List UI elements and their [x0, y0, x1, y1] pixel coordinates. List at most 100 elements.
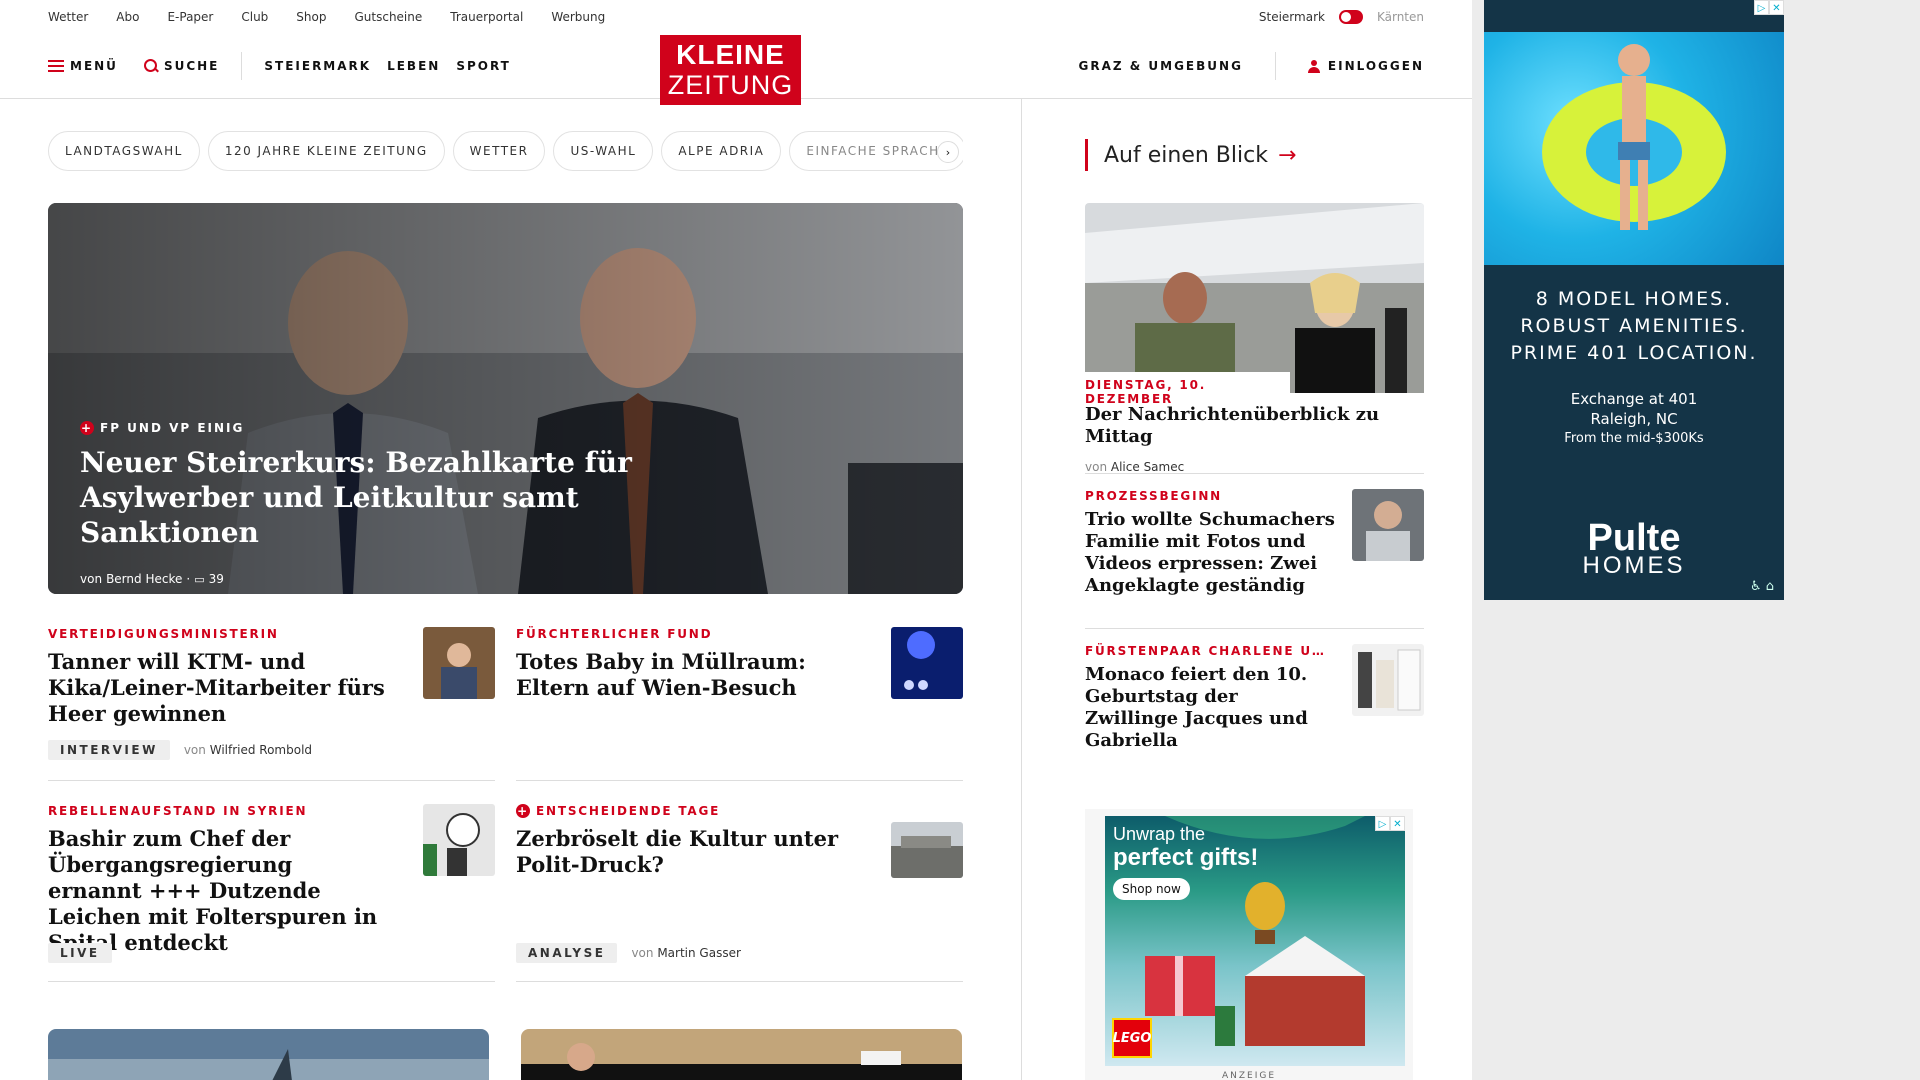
article-title[interactable]: Tanner will KTM- und Kika/Leiner-Mitarbe… [48, 649, 388, 727]
tag-wetter[interactable]: WETTER [452, 131, 546, 171]
tag-us-wahl[interactable]: US-WAHL [553, 131, 654, 171]
search-label: SUCHE [163, 59, 220, 73]
article-thumbnail[interactable] [891, 822, 963, 878]
article-card[interactable]: + ENTSCHEIDENDE TAGE Zerbröselt die Kult… [516, 804, 963, 964]
hero-meta: von Bernd Hecke · ▭ 39 [80, 572, 720, 586]
pulte-headline-line: 8 MODEL HOMES. [1535, 288, 1733, 310]
region-steiermark[interactable]: Steiermark [1259, 10, 1325, 24]
sidebar-lead[interactable]: Der Nachrichtenüberblick zu Mittag von A… [1085, 404, 1424, 474]
header-right: GRAZ & UMGEBUNG EINLOGGEN [1079, 34, 1425, 98]
sidebar-divider [1085, 473, 1424, 474]
adchoices-icon[interactable]: ▷ [1375, 816, 1390, 831]
ad-close-icon[interactable]: ✕ [1769, 0, 1784, 15]
region-kaernten[interactable]: Kärnten [1377, 10, 1424, 24]
page: Wetter Abo E-Paper Club Shop Gutscheine … [0, 0, 1472, 1080]
ad-label: ANZEIGE [1221, 1071, 1277, 1080]
chevron-right-icon: › [945, 145, 951, 159]
lego-shop-now-button[interactable]: Shop now [1113, 878, 1190, 900]
hero-title[interactable]: Neuer Steirerkurs: Bezahlkarte für Asylw… [80, 445, 720, 550]
sidebar-lead-title[interactable]: Der Nachrichtenüberblick zu Mittag [1085, 404, 1424, 448]
article-thumbnail[interactable] [423, 804, 495, 876]
sidebar-article[interactable]: PROZESSBEGINN Trio wollte Schumachers Fa… [1085, 489, 1424, 599]
article-card[interactable]: FÜRCHTERLICHER FUND Totes Baby in Müllra… [516, 627, 963, 727]
nav-sport[interactable]: SPORT [456, 59, 511, 73]
login-button[interactable]: EINLOGGEN [1307, 59, 1424, 73]
article-card[interactable]: REBELLENAUFSTAND IN SYRIEN Bashir zum Ch… [48, 804, 495, 964]
pulte-advertisement[interactable]: 8 MODEL HOMES. ROBUST AMENITIES. PRIME 4… [1484, 0, 1784, 600]
utility-link-epaper[interactable]: E-Paper [167, 10, 213, 24]
hero-article[interactable]: + FP UND VP EINIG Neuer Steirerkurs: Bez… [48, 203, 963, 594]
article-card[interactable]: VERTEIDIGUNGSMINISTERIN Tanner will KTM-… [48, 627, 495, 762]
nav-steiermark[interactable]: STEIERMARK [264, 59, 371, 73]
article-thumbnail[interactable] [423, 627, 495, 699]
kleine-zeitung-logo[interactable]: KLEINE ZEITUNG [660, 35, 801, 105]
tag-alpe-adria[interactable]: ALPE ADRIA [661, 131, 782, 171]
article-kicker-text: ENTSCHEIDENDE TAGE [536, 804, 721, 818]
utility-link-shop[interactable]: Shop [296, 10, 326, 24]
sidebar-article-thumbnail[interactable] [1352, 644, 1424, 716]
menu-button[interactable]: MENÜ [48, 59, 118, 73]
tag-120-jahre[interactable]: 120 JAHRE KLEINE ZEITUNG [207, 131, 445, 171]
comment-icon: ▭ [194, 572, 205, 586]
sidebar-article[interactable]: FÜRSTENPAAR CHARLENE U… Monaco feiert de… [1085, 644, 1424, 751]
article-title[interactable]: Zerbröselt die Kultur unter Polit-Druck? [516, 826, 856, 878]
lego-ad-line2: perfect gifts! [1113, 844, 1259, 871]
nav-leben[interactable]: LEBEN [387, 59, 440, 73]
article-author-prefix: von [183, 743, 206, 757]
hero-comment-count[interactable]: 39 [209, 572, 224, 586]
tag-landtagswahl[interactable]: LANDTAGSWAHL [48, 131, 200, 171]
hero-author[interactable]: Bernd Hecke [106, 572, 182, 586]
tags-scroll-right-button[interactable]: › [937, 141, 959, 163]
teaser-image[interactable] [48, 1029, 489, 1080]
hero-author-prefix: von [80, 572, 103, 586]
sidebar-lead-meta: von Alice Samec [1085, 460, 1424, 474]
sidebar-article-title[interactable]: Trio wollte Schumachers Familie mit Foto… [1085, 509, 1335, 597]
pulte-location-line: Exchange at 401 [1570, 390, 1698, 408]
utility-links: Wetter Abo E-Paper Club Shop Gutscheine … [48, 10, 605, 24]
article-badge: INTERVIEW [48, 740, 170, 760]
article-title[interactable]: Totes Baby in Müllraum: Eltern auf Wien-… [516, 649, 856, 701]
article-meta: INTERVIEW von Wilfried Rombold [48, 740, 312, 760]
sidebar-heading[interactable]: Auf einen Blick → [1085, 139, 1296, 171]
article-author[interactable]: Martin Gasser [657, 946, 741, 960]
utility-link-gutscheine[interactable]: Gutscheine [354, 10, 422, 24]
article-title[interactable]: Bashir zum Chef der Übergangsregierung e… [48, 826, 388, 956]
header-divider-right [1274, 52, 1276, 80]
utility-link-club[interactable]: Club [241, 10, 268, 24]
article-meta: ANALYSE von Martin Gasser [516, 943, 741, 963]
header-left: MENÜ SUCHE STEIERMARK LEBEN SPORT [48, 34, 511, 98]
region-toggle[interactable] [1338, 10, 1363, 24]
region-switch: Steiermark Kärnten [1259, 10, 1424, 24]
plus-icon: + [80, 421, 94, 435]
hero-text: + FP UND VP EINIG Neuer Steirerkurs: Bez… [80, 421, 720, 586]
ad-close-icon[interactable]: ✕ [1390, 816, 1405, 831]
ad-choices[interactable]: ▷ ✕ [1754, 0, 1784, 15]
region-link[interactable]: GRAZ & UMGEBUNG [1079, 59, 1243, 73]
teaser-image[interactable] [521, 1029, 962, 1080]
pulte-price: From the mid-$300Ks [1564, 431, 1704, 446]
article-badge: LIVE [48, 943, 112, 963]
utility-link-trauerportal[interactable]: Trauerportal [450, 10, 523, 24]
lego-ad-creative[interactable]: Unwrap the perfect gifts! Shop now LEGO … [1105, 816, 1405, 1066]
ad-choices[interactable]: ▷ ✕ [1375, 816, 1405, 831]
sidebar-article-thumbnail[interactable] [1352, 489, 1424, 561]
pulte-logo-sub: HOMES [1582, 552, 1686, 579]
article-thumbnail[interactable] [891, 627, 963, 699]
sidebar-lead-image[interactable] [1085, 203, 1424, 393]
hamburger-icon [48, 60, 64, 72]
utility-link-werbung[interactable]: Werbung [551, 10, 605, 24]
sidebar-divider [1085, 628, 1424, 629]
pulte-headline-line: PRIME 401 LOCATION. [1510, 342, 1758, 364]
utility-link-wetter[interactable]: Wetter [48, 10, 88, 24]
accessibility-icon: ♿ ⌂ [1749, 579, 1774, 594]
article-author[interactable]: Wilfried Rombold [210, 743, 312, 757]
user-icon [1307, 59, 1320, 73]
adchoices-icon[interactable]: ▷ [1754, 0, 1769, 15]
sidebar-article-title[interactable]: Monaco feiert den 10. Geburtstag der Zwi… [1085, 664, 1335, 752]
pulte-logo: Pulte [1587, 517, 1681, 559]
author[interactable]: Alice Samec [1111, 460, 1184, 474]
search-button[interactable]: SUCHE [143, 59, 220, 73]
menu-label: MENÜ [70, 59, 118, 73]
login-label: EINLOGGEN [1327, 59, 1424, 73]
utility-link-abo[interactable]: Abo [116, 10, 139, 24]
